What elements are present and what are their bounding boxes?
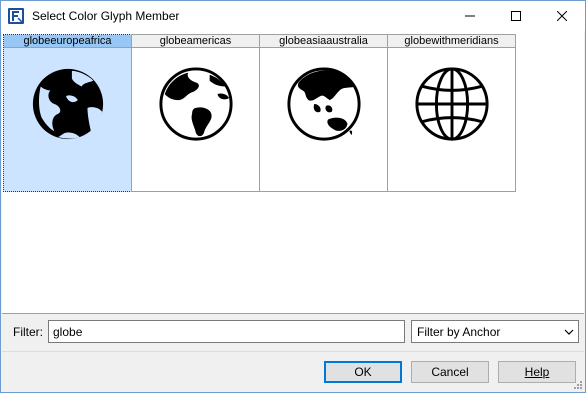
glyph-cell-globeamericas[interactable]: globeamericas — [131, 34, 260, 192]
glyph-label: globeeuropeafrica — [4, 35, 131, 48]
close-icon — [557, 11, 567, 21]
filter-label: Filter: — [13, 325, 43, 339]
dialog-window: Select Color Glyph Member globeeuropeafr… — [0, 0, 586, 393]
divider — [2, 351, 584, 352]
glyph-label: globeasiaaustralia — [260, 35, 387, 48]
minimize-button[interactable] — [447, 1, 493, 31]
glyph-cell-globewithmeridians[interactable]: globewithmeridians — [387, 34, 516, 192]
window-title: Select Color Glyph Member — [32, 9, 180, 23]
glyph-cell-globeeuropeafrica[interactable]: globeeuropeafrica — [3, 34, 132, 192]
resize-grip-icon[interactable] — [571, 378, 583, 390]
globe-americas-icon — [159, 67, 233, 141]
close-button[interactable] — [539, 1, 585, 31]
title-bar[interactable]: Select Color Glyph Member — [1, 1, 585, 31]
globe-asia-australia-icon — [287, 67, 361, 141]
filter-input[interactable] — [48, 320, 405, 343]
ok-button[interactable]: OK — [324, 361, 402, 383]
help-button-label: Help — [524, 365, 550, 379]
cancel-button[interactable]: Cancel — [411, 361, 489, 383]
globe-europe-africa-icon — [32, 68, 104, 140]
glyph-grid: globeeuropeafrica globeamericas globeasi… — [2, 31, 584, 314]
globe-with-meridians-icon — [415, 67, 489, 141]
filter-mode-dropdown[interactable]: Filter by Anchor — [411, 320, 579, 343]
glyph-label: globewithmeridians — [388, 35, 515, 48]
glyph-label: globeamericas — [132, 35, 259, 48]
help-button[interactable]: Help — [498, 361, 576, 383]
maximize-icon — [511, 11, 521, 21]
maximize-button[interactable] — [493, 1, 539, 31]
font-app-icon — [8, 8, 24, 24]
chevron-down-icon — [564, 329, 574, 335]
minimize-icon — [465, 15, 475, 17]
glyph-cell-globeasiaaustralia[interactable]: globeasiaaustralia — [259, 34, 388, 192]
filter-mode-value: Filter by Anchor — [417, 325, 501, 339]
